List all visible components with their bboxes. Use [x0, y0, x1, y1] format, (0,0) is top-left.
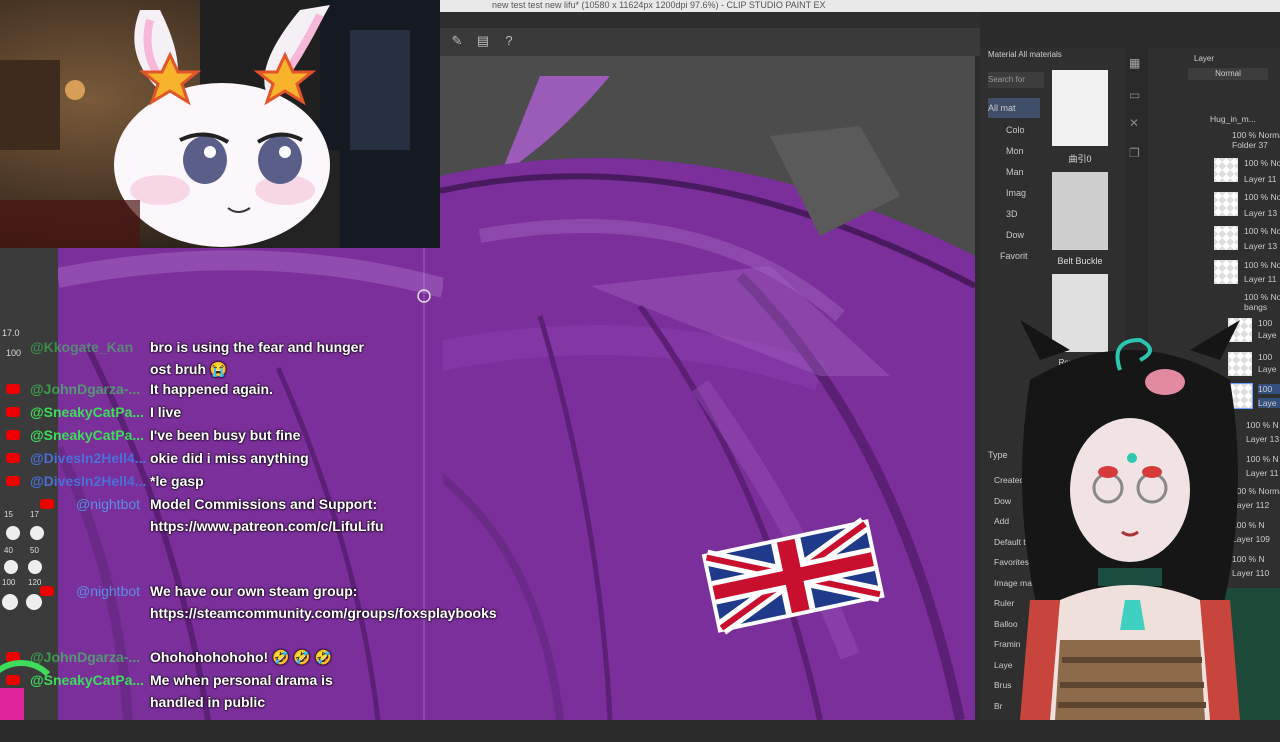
chat-text: We have our own steam group: https://ste… — [150, 583, 497, 621]
layer-name[interactable]: Folder 37 — [1232, 140, 1280, 150]
document-icon[interactable]: ▤ — [474, 32, 492, 50]
help-icon[interactable]: ? — [500, 32, 518, 50]
menu-strip — [440, 12, 980, 28]
layer-name[interactable]: Laye — [1258, 364, 1280, 374]
chat-text: *le gasp — [150, 473, 204, 489]
youtube-icon — [40, 586, 54, 596]
pen-icon[interactable]: ✎ — [448, 32, 466, 50]
chat-text: bro is using the fear and hunger ost bru… — [150, 339, 364, 377]
youtube-icon — [6, 453, 20, 463]
blend-mode-select[interactable]: Normal — [1188, 68, 1268, 80]
layer-name[interactable]: Layer 11 — [1244, 174, 1280, 184]
layer-thumbnail — [1214, 192, 1238, 216]
chat-text: okie did i miss anything — [150, 450, 309, 466]
material-search-input[interactable]: Search for — [988, 72, 1044, 88]
layer-opacity: 100 % No — [1244, 192, 1280, 202]
webcam-overlay — [0, 0, 440, 248]
grid-icon[interactable]: ▦ — [1129, 56, 1140, 70]
tree-download[interactable]: Dow — [1006, 225, 1024, 245]
uk-flag-sticker — [698, 514, 888, 636]
tree-manga[interactable]: Man — [1006, 162, 1024, 182]
close-icon[interactable]: ✕ — [1129, 116, 1139, 130]
chat-text: Model Commissions and Support: https://w… — [150, 496, 384, 534]
chat-author[interactable]: @Kkogate_Kan — [30, 336, 133, 358]
chat-author[interactable]: @SneakyCatPa... — [30, 424, 144, 446]
chat-text: I've been busy but fine — [150, 427, 301, 443]
chat-author[interactable]: @JohnDgarza-... — [30, 378, 140, 400]
chat-author[interactable]: @nightbot — [76, 580, 140, 602]
youtube-icon — [6, 384, 20, 394]
layer-name[interactable]: Layer 13 — [1244, 208, 1280, 218]
material-thumb-ornament[interactable] — [1052, 70, 1108, 146]
layer-opacity: 100 % No — [1244, 226, 1280, 236]
chat-text: It happened again. — [150, 381, 273, 397]
chat-author[interactable]: @DivesIn2Hell4... — [30, 447, 146, 469]
vtuber-avatar — [1000, 300, 1260, 720]
youtube-icon — [40, 499, 54, 509]
youtube-icon — [6, 476, 20, 486]
copy-icon[interactable]: ❐ — [1129, 146, 1140, 160]
layer-name[interactable]: Laye — [1258, 330, 1280, 340]
layer-opacity: 100 % No — [1244, 260, 1280, 270]
layer-name[interactable]: Layer 13 — [1244, 241, 1280, 251]
material-panel-header: Material All materials — [988, 50, 1062, 59]
layer-name[interactable]: Layer 11 — [1244, 274, 1280, 284]
chat-author[interactable]: @SneakyCatPa... — [30, 401, 144, 423]
tree-all-materials[interactable]: All mat — [988, 98, 1040, 118]
youtube-icon — [6, 407, 20, 417]
tree-3d[interactable]: 3D — [1006, 204, 1018, 224]
tree-favorites[interactable]: Favorit — [1000, 246, 1028, 266]
material-thumb-belt-buckle[interactable] — [1052, 172, 1108, 250]
layer-thumbnail — [1214, 260, 1238, 284]
material-label: 曲引0 — [1068, 154, 1092, 164]
layer-opacity: 100 — [1258, 352, 1273, 362]
chat-author[interactable]: @DivesIn2Hell4... — [30, 470, 146, 492]
tree-image[interactable]: Imag — [1006, 183, 1026, 203]
layer-thumbnail — [1214, 226, 1238, 250]
chat-text: I live — [150, 404, 182, 420]
layer-icon[interactable]: ▭ — [1129, 88, 1140, 102]
layer-name[interactable]: Laye — [1258, 398, 1280, 408]
chat-text: Me when personal drama is handled in pub… — [150, 672, 333, 710]
youtube-icon — [6, 430, 20, 440]
stream-chat: @Kkogate_Kan bro is using the fear and h… — [0, 336, 497, 720]
canvas-toolbar: ✎ ▤ ? — [440, 28, 980, 56]
chat-text: Ohohohohohoho! 🤣 🤣 🤣 — [150, 649, 333, 665]
layer-name[interactable]: Hug_in_m... — [1210, 114, 1280, 124]
layer-opacity: 100 % Norma — [1232, 130, 1280, 140]
window-title-bar: new test test new lifu* (10580 x 11624px… — [440, 0, 1280, 12]
layer-thumbnail — [1214, 158, 1238, 182]
layer-opacity: 100 % No — [1244, 158, 1280, 168]
bunny-mascot-image — [0, 0, 440, 248]
layer-opacity: 100 — [1258, 318, 1273, 328]
chat-author[interactable]: @JohnDgarza-... — [30, 646, 140, 668]
tree-monochrome[interactable]: Mon — [1006, 141, 1024, 161]
layer-opacity: 100 — [1258, 384, 1280, 394]
chat-author[interactable]: @nightbot — [76, 493, 140, 515]
material-label: Belt Buckle — [1057, 256, 1103, 266]
tree-color[interactable]: Colo — [1006, 120, 1025, 140]
layer-panel-header: Layer — [1194, 54, 1215, 63]
window-title: new test test new lifu* (10580 x 11624px… — [492, 0, 826, 10]
